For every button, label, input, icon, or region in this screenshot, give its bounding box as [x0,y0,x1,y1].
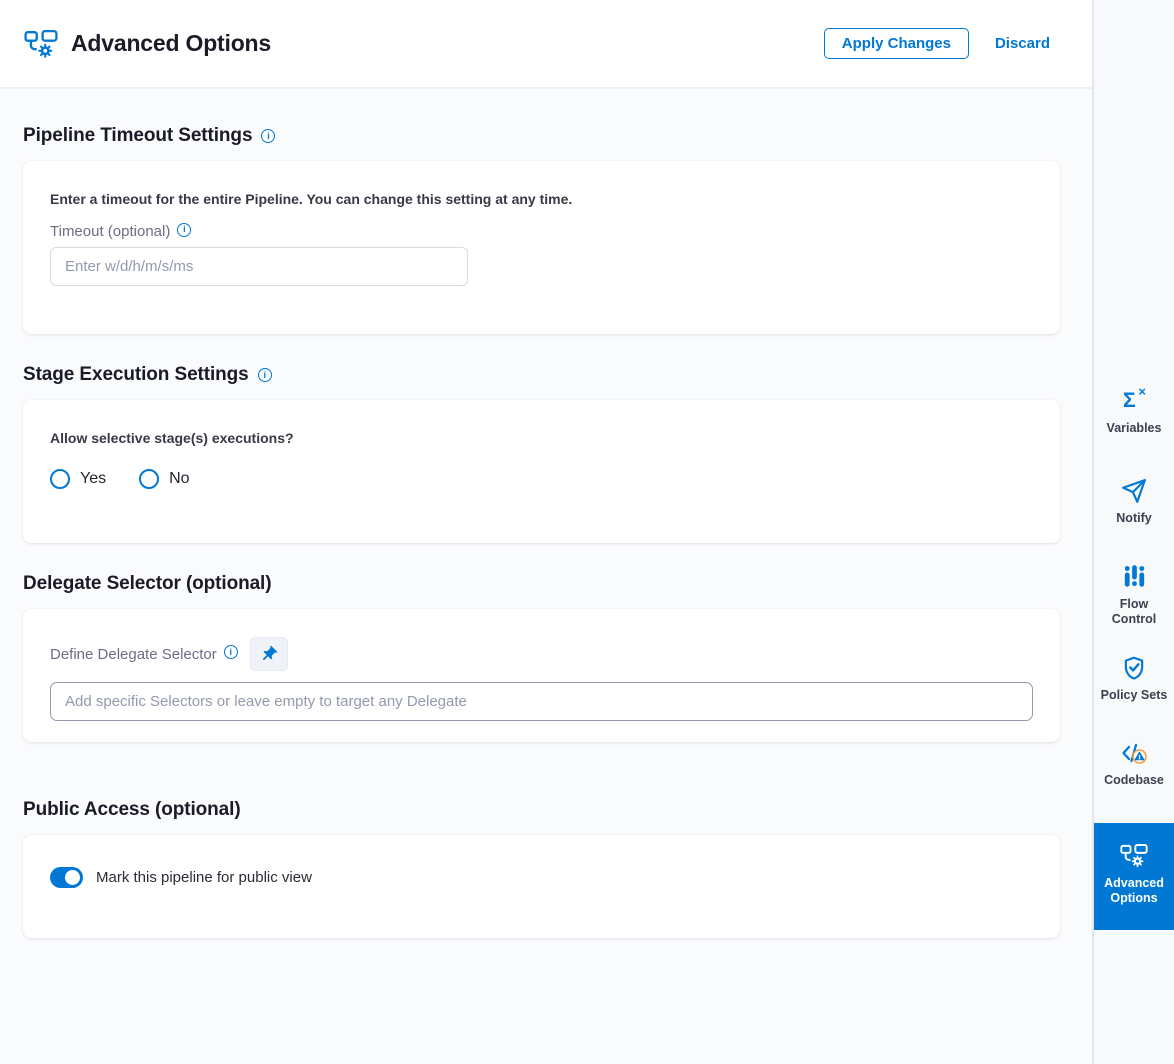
selective-stages-radio-group: Yes No [50,469,1033,489]
info-icon[interactable] [177,223,191,237]
header-actions: Apply Changes Discard [824,28,1056,59]
radio-option-yes[interactable]: Yes [50,469,106,489]
paper-plane-icon [1121,478,1147,504]
timeout-input[interactable] [50,247,468,286]
delegate-selector-heading: Delegate Selector (optional) [23,573,1060,595]
timeout-field-label: Timeout (optional) [50,223,170,240]
pipeline-timeout-card: Enter a timeout for the entire Pipeline.… [23,161,1060,334]
info-icon[interactable] [224,645,238,659]
settings-content: Pipeline Timeout Settings Enter a timeou… [0,89,1092,1064]
timeout-label-row: Timeout (optional) [50,223,1033,240]
pushpin-icon [259,645,278,664]
pipeline-timeout-heading-text: Pipeline Timeout Settings [23,125,252,147]
main-panel: Advanced Options Apply Changes Discard P… [0,0,1092,1064]
radio-option-no[interactable]: No [139,469,189,489]
radio-circle-icon[interactable] [50,469,70,489]
sidebar-item-policy-sets[interactable]: Policy Sets [1094,655,1174,703]
public-view-toggle-row: Mark this pipeline for public view [50,867,1033,888]
public-access-heading: Public Access (optional) [23,799,1060,821]
sidebar-item-variables[interactable]: Variables [1094,388,1174,436]
public-access-card: Mark this pipeline for public view [23,835,1060,938]
sidebar-item-notify[interactable]: Notify [1094,478,1174,526]
apply-changes-button[interactable]: Apply Changes [824,28,969,59]
delegate-selector-input[interactable] [50,682,1033,721]
stage-execution-card: Allow selective stage(s) executions? Yes… [23,400,1060,543]
page-title: Advanced Options [71,30,271,57]
pipeline-timeout-heading: Pipeline Timeout Settings [23,125,1060,147]
delegate-selector-card: Define Delegate Selector [23,609,1060,742]
delegate-field-label: Define Delegate Selector [50,646,217,663]
panel-header: Advanced Options Apply Changes Discard [0,0,1092,89]
code-warning-icon [1120,740,1148,766]
sidebar-item-flow-control[interactable]: Flow Control [1094,564,1174,628]
sidebar-item-codebase[interactable]: Codebase [1094,740,1174,788]
sidebar-item-label: Notify [1112,511,1155,526]
sidebar-item-label: Advanced Options [1096,876,1172,907]
sidebar-item-label: Variables [1103,421,1166,436]
selective-stages-question: Allow selective stage(s) executions? [50,430,1033,446]
flow-control-sliders-icon [1122,564,1147,590]
public-view-toggle-label: Mark this pipeline for public view [96,869,312,886]
sidebar-item-advanced-options[interactable]: Advanced Options [1094,823,1174,931]
sidebar-item-label: Policy Sets [1097,688,1172,703]
info-icon[interactable] [261,129,275,143]
pipeline-gear-icon [1120,843,1148,869]
radio-label: No [169,470,189,488]
delegate-label-row: Define Delegate Selector [50,637,1033,671]
sidebar-item-label: Codebase [1100,773,1168,788]
info-icon[interactable] [258,368,272,382]
public-access-heading-text: Public Access (optional) [23,799,241,821]
stage-execution-heading-text: Stage Execution Settings [23,364,249,386]
toggle-knob [65,870,80,885]
delegate-selector-heading-text: Delegate Selector (optional) [23,573,271,595]
discard-button[interactable]: Discard [989,29,1056,58]
right-icon-rail: Variables Notify Flow Control [1092,0,1174,1064]
timeout-description: Enter a timeout for the entire Pipeline.… [50,191,1033,207]
radio-label: Yes [80,470,106,488]
public-view-toggle[interactable] [50,867,83,888]
shield-check-icon [1121,655,1147,681]
pin-button[interactable] [250,637,288,671]
radio-circle-icon[interactable] [139,469,159,489]
stage-execution-heading: Stage Execution Settings [23,364,1060,386]
sidebar-item-label: Flow Control [1094,597,1174,628]
pipeline-gear-icon [24,29,58,59]
sigma-variables-icon [1121,388,1147,414]
